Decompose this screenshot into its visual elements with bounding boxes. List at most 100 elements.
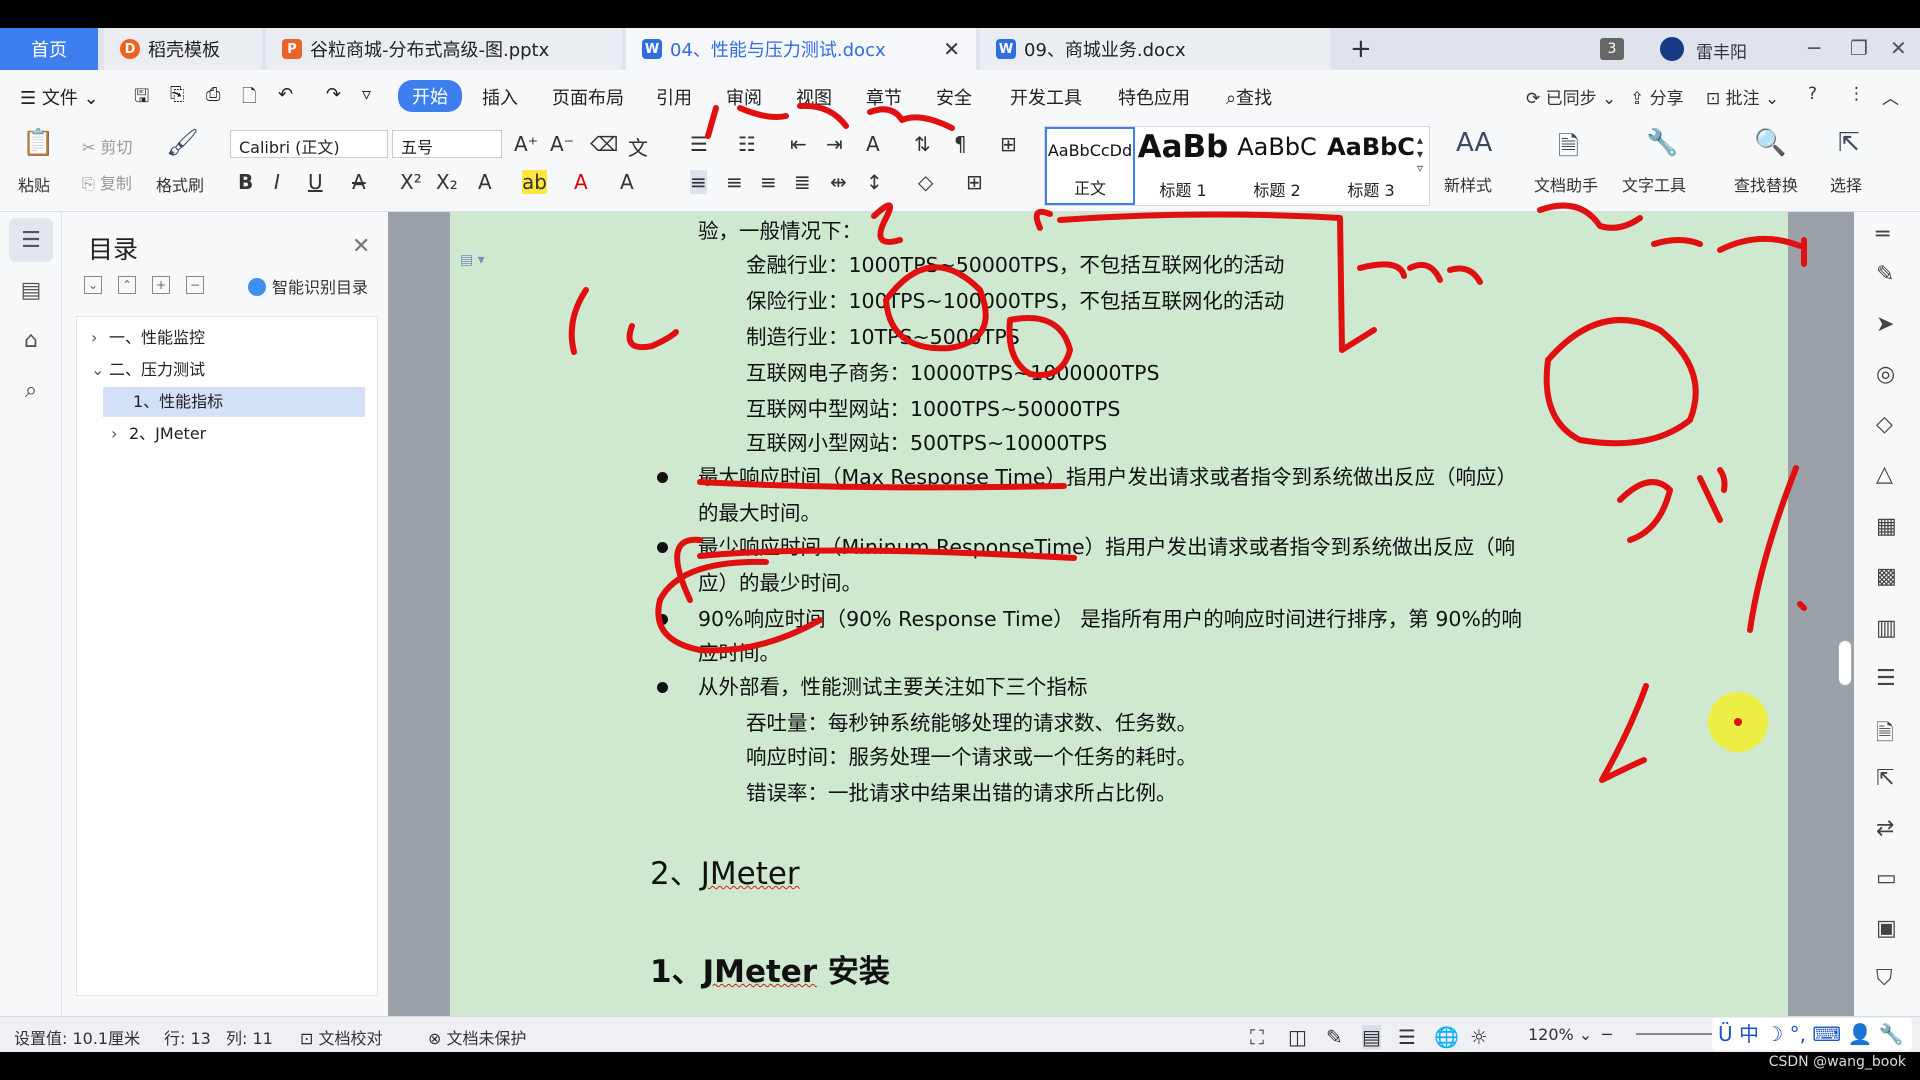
- find-replace-button[interactable]: 查找替换: [1734, 172, 1798, 196]
- zoom-slider[interactable]: [1636, 1033, 1716, 1035]
- doc-helper-button[interactable]: 文档助手: [1534, 172, 1598, 196]
- pages-panel-icon[interactable]: ▤: [9, 268, 53, 312]
- paste-icon[interactable]: 📋: [22, 128, 54, 158]
- font-size-select[interactable]: 五号: [392, 130, 502, 158]
- style-heading-3[interactable]: AaBbC 标题 3: [1325, 127, 1417, 205]
- toc-item[interactable]: › 一、性能监控: [91, 323, 363, 353]
- web-view-icon[interactable]: 🌐: [1434, 1025, 1459, 1049]
- shading-icon[interactable]: ◇: [918, 170, 933, 194]
- font-color-icon[interactable]: A: [574, 170, 588, 194]
- italic-icon[interactable]: I: [274, 170, 280, 194]
- toc-item[interactable]: ⌄ 二、压力测试: [91, 355, 363, 385]
- page-view-icon[interactable]: ▤: [1362, 1025, 1381, 1049]
- outline-view-icon[interactable]: ☰: [1398, 1025, 1416, 1049]
- translate-icon[interactable]: ⇄: [1876, 816, 1894, 841]
- zoom-out-icon[interactable]: ─: [1602, 1025, 1612, 1044]
- justify-icon[interactable]: ≣: [794, 170, 811, 194]
- add-heading-icon[interactable]: +: [152, 276, 170, 294]
- menu-home[interactable]: 开始: [398, 80, 462, 112]
- edit-pen-icon[interactable]: ✎: [1876, 262, 1894, 287]
- shield-icon[interactable]: ⛉: [1876, 966, 1893, 991]
- tab-docx-2[interactable]: W 09、商城业务.docx: [980, 28, 1330, 70]
- warning-icon[interactable]: △: [1876, 462, 1893, 487]
- paste-button[interactable]: 粘贴: [18, 172, 50, 196]
- grid-icon[interactable]: ▩: [1876, 564, 1897, 589]
- remove-heading-icon[interactable]: −: [186, 276, 204, 294]
- clear-format-icon[interactable]: ⌫: [590, 132, 618, 156]
- comment-button[interactable]: ⊡ 批注 ⌄: [1706, 84, 1779, 109]
- document-page[interactable]: ▤ ▾ 验，一般情况下： 金融行业：1000TPS~50000TPS，不包括互联…: [450, 212, 1788, 1016]
- zoom-select[interactable]: 120% ⌄: [1528, 1025, 1592, 1044]
- help-icon[interactable]: ?: [1808, 84, 1817, 104]
- new-style-icon[interactable]: AA: [1456, 128, 1492, 158]
- style-heading-1[interactable]: AaBb 标题 1: [1137, 127, 1229, 205]
- menu-devtools[interactable]: 开发工具: [1010, 84, 1082, 110]
- toc-item-selected[interactable]: 1、性能指标: [103, 387, 365, 417]
- menu-chapter[interactable]: 章节: [866, 84, 902, 110]
- style-normal[interactable]: AaBbCcDd 正文: [1045, 127, 1135, 205]
- paint-icon[interactable]: ⎘: [170, 84, 184, 105]
- table-icon[interactable]: ▦: [1876, 514, 1897, 539]
- bold-icon[interactable]: B: [238, 170, 253, 194]
- increase-indent-icon[interactable]: ⇥: [826, 132, 843, 156]
- text-tools-button[interactable]: 文字工具: [1622, 172, 1686, 196]
- edit-mode-icon[interactable]: ✎: [1326, 1025, 1343, 1049]
- copy-button[interactable]: ⎘ 复制: [82, 170, 132, 194]
- proofread-button[interactable]: ⊡ 文档校对: [300, 1025, 383, 1049]
- find-replace-icon[interactable]: 🔍: [1754, 128, 1786, 158]
- align-center-icon[interactable]: ≡: [726, 170, 743, 194]
- toc-panel-icon[interactable]: ☰: [9, 218, 53, 262]
- underline-icon[interactable]: U: [308, 170, 323, 194]
- print-preview-icon[interactable]: 🗋: [242, 84, 256, 114]
- save-icon[interactable]: 🖫: [134, 84, 149, 114]
- sort-icon[interactable]: ⇅: [914, 132, 931, 156]
- font-name-select[interactable]: Calibri (正文): [230, 130, 388, 158]
- sliders-icon[interactable]: ☰: [1876, 666, 1896, 691]
- close-tab-icon[interactable]: ✕: [943, 37, 960, 61]
- select-cursor-icon[interactable]: ⇱: [1838, 128, 1860, 158]
- menu-review[interactable]: 审阅: [726, 84, 762, 110]
- find-panel-icon[interactable]: ⌕: [9, 368, 53, 412]
- style-scroll-icon[interactable]: ▴ ▾ ▿: [1417, 133, 1423, 175]
- menu-features[interactable]: 特色应用: [1118, 84, 1190, 110]
- tab-active-docx[interactable]: W 04、性能与压力测试.docx ✕: [626, 28, 976, 70]
- redo-icon[interactable]: ↷: [326, 84, 341, 105]
- text-effect-icon[interactable]: A: [478, 170, 492, 194]
- chevron-right-icon[interactable]: ›: [111, 419, 129, 449]
- grow-font-icon[interactable]: A⁺: [514, 132, 538, 156]
- vertical-scrollbar[interactable]: [1838, 230, 1852, 1010]
- share-button[interactable]: ⇪ 分享: [1630, 84, 1684, 109]
- menu-view[interactable]: 视图: [796, 84, 832, 110]
- smart-toc-button[interactable]: 智能识别目录: [248, 274, 368, 298]
- show-marks-icon[interactable]: ¶: [954, 132, 967, 156]
- new-style-button[interactable]: 新样式: [1444, 172, 1492, 196]
- export-icon[interactable]: ⇱: [1876, 766, 1894, 791]
- strikethrough-icon[interactable]: A: [352, 170, 366, 194]
- table-layout-icon[interactable]: ⊞: [1000, 132, 1017, 156]
- align-right-icon[interactable]: ≡: [760, 170, 777, 194]
- eye-care-icon[interactable]: ☼: [1470, 1025, 1488, 1049]
- sync-status[interactable]: ⟳ 已同步 ⌄: [1526, 84, 1616, 109]
- align-left-icon[interactable]: ≡: [690, 170, 707, 194]
- file-menu[interactable]: ☰ 文件 ⌄: [20, 84, 99, 110]
- char-shading-icon[interactable]: A: [620, 170, 634, 194]
- print-icon[interactable]: ⎙: [206, 84, 220, 105]
- archive-icon[interactable]: ▭: [1876, 866, 1897, 891]
- document-icon[interactable]: 🗎: [1876, 716, 1894, 754]
- ime-toolbar[interactable]: Ü 中 ☽ °, ⌨ 👤 🔧: [1712, 1018, 1912, 1050]
- doc-helper-icon[interactable]: 🗎: [1558, 128, 1579, 172]
- close-window-icon[interactable]: ✕: [1890, 36, 1907, 60]
- paragraph-handle-icon[interactable]: ▤ ▾: [460, 252, 485, 268]
- scrollbar-thumb[interactable]: [1838, 640, 1852, 686]
- line-spacing-icon[interactable]: ↕: [866, 170, 883, 194]
- highlight-icon[interactable]: ab: [522, 170, 547, 194]
- bookmark-icon[interactable]: ⌂: [9, 318, 53, 362]
- minimize-icon[interactable]: ─: [1808, 36, 1820, 60]
- collapse-ribbon-icon[interactable]: ︿: [1882, 84, 1899, 109]
- numbered-list-icon[interactable]: ☷: [738, 132, 756, 156]
- chevron-right-icon[interactable]: ›: [91, 323, 109, 353]
- close-panel-icon[interactable]: ✕: [352, 234, 370, 259]
- protect-status[interactable]: ⊗ 文档未保护: [428, 1025, 527, 1049]
- tab-home[interactable]: 首页: [0, 28, 98, 70]
- subscript-icon[interactable]: X₂: [436, 170, 458, 194]
